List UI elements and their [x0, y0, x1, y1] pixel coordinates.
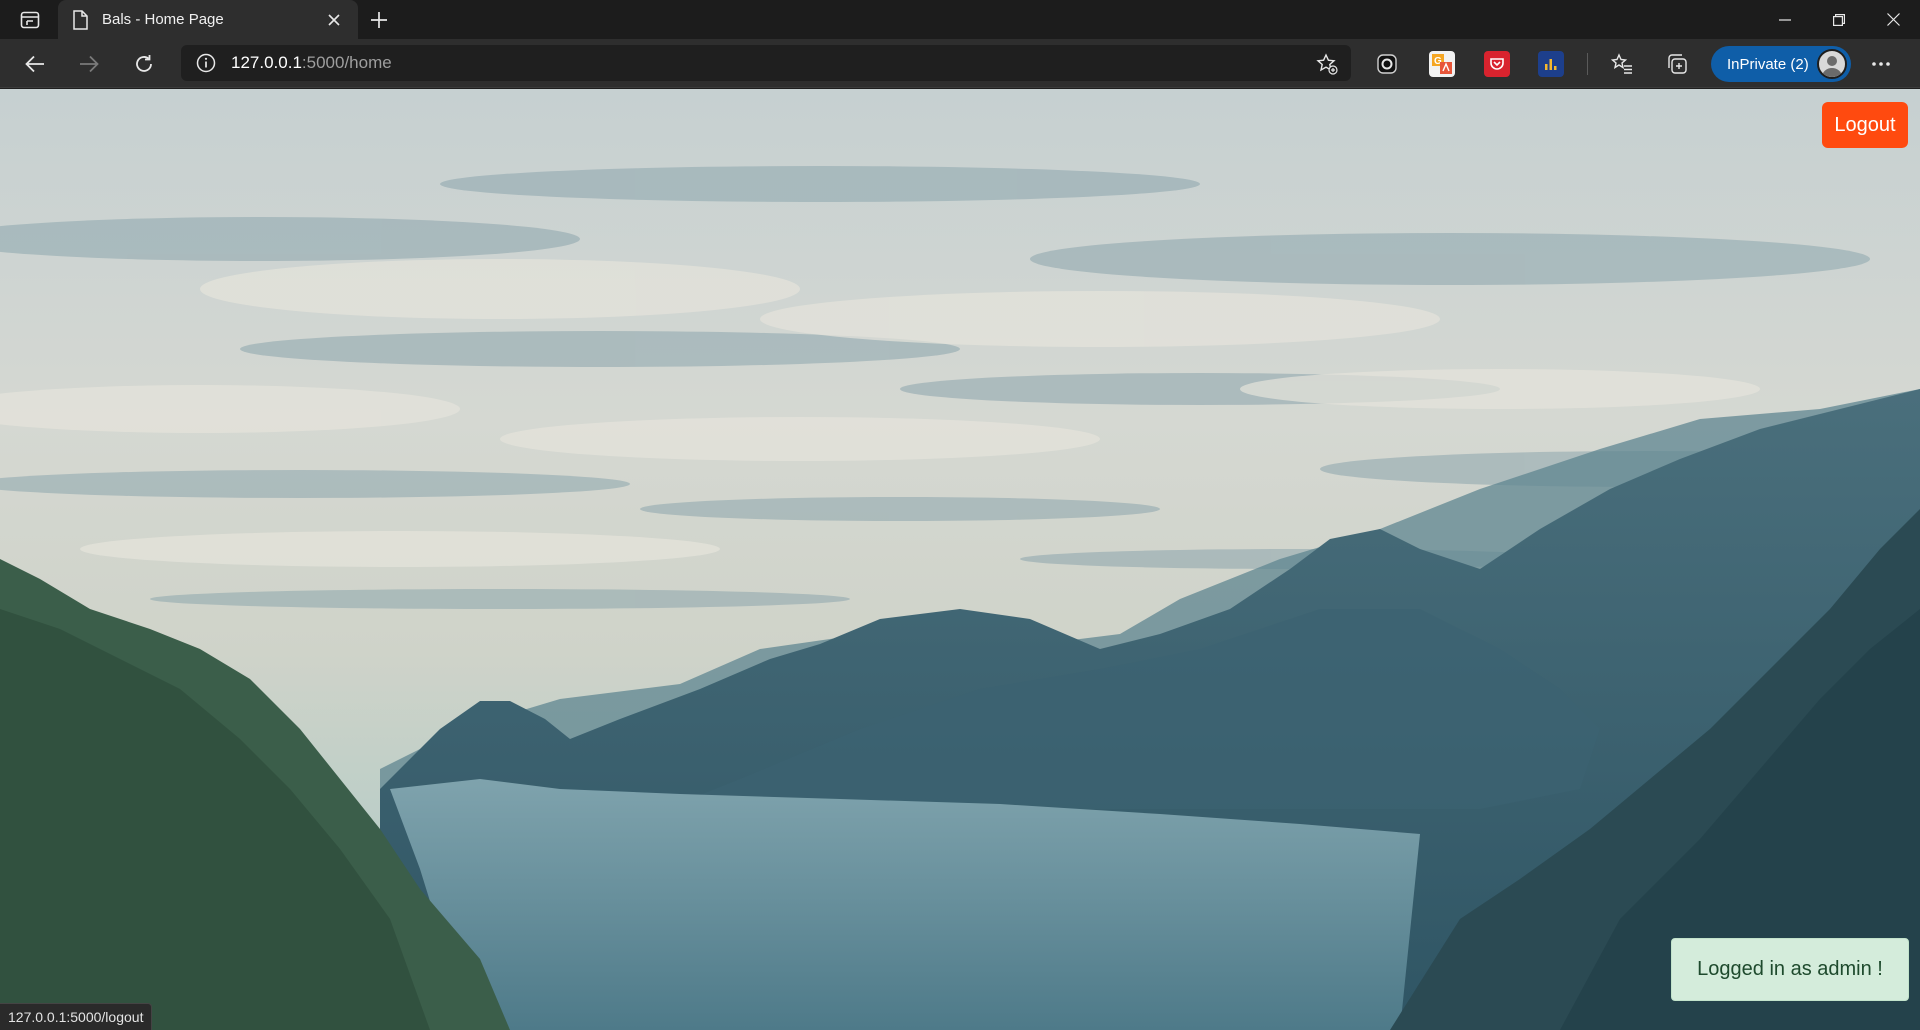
window-controls	[1758, 0, 1920, 39]
login-toast: Logged in as admin !	[1671, 938, 1909, 1001]
toast-message: Logged in as admin !	[1697, 958, 1883, 980]
status-url: 127.0.0.1:5000/logout	[8, 1009, 144, 1025]
close-icon[interactable]	[322, 8, 346, 32]
extension-dark-icon[interactable]	[1374, 51, 1400, 77]
inprivate-profile-button[interactable]: InPrivate (2)	[1711, 46, 1851, 82]
page-viewport: Logout Logged in as admin !	[0, 89, 1920, 1030]
browser-title-bar: Bals - Home Page	[0, 0, 1920, 39]
window-close-icon[interactable]	[1866, 0, 1920, 39]
restore-icon[interactable]	[1812, 0, 1866, 39]
translate-extension-icon[interactable]: G	[1429, 51, 1455, 77]
inprivate-label: InPrivate (2)	[1727, 55, 1809, 73]
browser-toolbar: 127.0.0.1:5000/home G InPrivate (2)	[0, 39, 1920, 88]
minimize-icon[interactable]	[1758, 0, 1812, 39]
new-tab-plus-icon[interactable]	[366, 7, 392, 33]
status-bar-link-preview: 127.0.0.1:5000/logout	[0, 1003, 153, 1030]
analytics-extension-icon[interactable]	[1538, 51, 1564, 77]
tab-actions-icon[interactable]	[14, 8, 46, 32]
favorites-icon[interactable]	[1609, 51, 1635, 77]
back-arrow-icon[interactable]	[18, 47, 52, 81]
site-info-icon[interactable]	[195, 52, 217, 74]
logout-button[interactable]: Logout	[1822, 102, 1908, 148]
background-landscape-image	[0, 89, 1920, 1030]
collections-icon[interactable]	[1664, 51, 1690, 77]
pocket-extension-icon[interactable]	[1484, 51, 1510, 77]
toolbar-divider	[1587, 53, 1588, 75]
add-favorite-star-icon[interactable]	[1315, 52, 1339, 76]
more-options-icon[interactable]	[1866, 51, 1896, 77]
tab-active[interactable]: Bals - Home Page	[58, 0, 358, 39]
address-bar[interactable]: 127.0.0.1:5000/home	[181, 45, 1351, 81]
url-host: 127.0.0.1	[231, 53, 302, 72]
forward-arrow-icon[interactable]	[72, 47, 106, 81]
avatar	[1817, 49, 1847, 79]
page-icon	[70, 9, 90, 30]
url-text: 127.0.0.1:5000/home	[231, 53, 392, 73]
url-path: :5000/home	[301, 53, 392, 72]
refresh-icon[interactable]	[127, 47, 161, 81]
tab-title: Bals - Home Page	[102, 11, 224, 28]
